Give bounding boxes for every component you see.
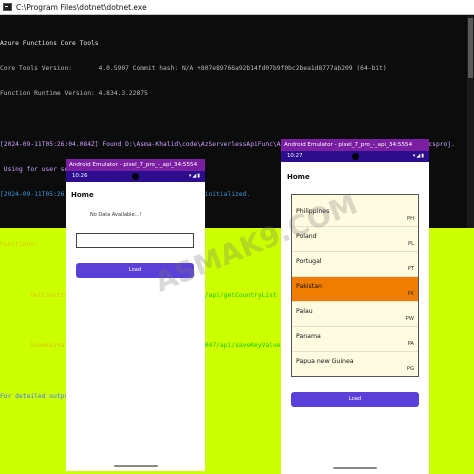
emulator-titlebar[interactable]: Android Emulator - pixel_7_pro_-_api_34:… [281, 139, 429, 151]
country-code: PK [407, 291, 414, 297]
page-title: Home [287, 173, 310, 181]
console-scrollbar[interactable] [467, 16, 474, 228]
text-entry[interactable] [76, 233, 194, 248]
country-code: PG [406, 366, 414, 372]
gesture-navbar[interactable] [281, 466, 429, 471]
emulator-left: Android Emulator - pixel_7_pro_-_api_34:… [66, 159, 205, 471]
status-icons: ▾◢▮ [412, 153, 425, 159]
status-bar: 10:27 ▾◢▮ [281, 151, 429, 162]
list-item[interactable]: Portugal PT [292, 252, 418, 277]
country-code: PW [405, 316, 414, 322]
gesture-handle[interactable] [113, 465, 158, 467]
list-item[interactable]: Poland PL [292, 227, 418, 252]
console-line: Function Runtime Version: 4.834.3.22875 [0, 90, 148, 98]
load-button[interactable]: Load [291, 392, 419, 407]
country-name: Philippines [296, 208, 330, 215]
console-app-icon [3, 3, 12, 11]
list-item[interactable]: Palau PW [292, 302, 418, 327]
country-name: Palau [296, 308, 313, 315]
emulator-titlebar[interactable]: Android Emulator - pixel_7_pro_-_api_34:… [66, 159, 205, 171]
country-name: Pakistan [296, 283, 322, 290]
status-icons: ▾◢▮ [188, 173, 201, 179]
list-item[interactable]: Panama PA [292, 327, 418, 352]
window-titlebar[interactable]: C:\Program Files\dotnet\dotnet.exe [0, 0, 474, 15]
country-code: PL [407, 241, 414, 247]
list-item[interactable]: Papua new Guinea PG [292, 352, 418, 376]
country-name: Panama [296, 333, 321, 340]
status-time: 10:27 [287, 153, 303, 159]
country-code: PT [407, 266, 414, 272]
list-item[interactable]: Philippines PH [292, 202, 418, 227]
console-line: Core Tools Version: 4.0.5907 Commit hash… [0, 65, 387, 73]
country-code: PA [407, 341, 414, 347]
console-scrollbar-thumb[interactable] [468, 18, 473, 78]
country-name: Poland [296, 233, 317, 240]
window-title: C:\Program Files\dotnet\dotnet.exe [16, 2, 147, 12]
country-name: Papua new Guinea [296, 358, 354, 365]
no-data-label: No Data Available...! [90, 212, 142, 218]
emulator-right: Android Emulator - pixel_7_pro_-_api_34:… [281, 139, 429, 474]
list-item-selected[interactable]: Pakistan PK [292, 277, 418, 302]
country-list[interactable]: Philippines PH Poland PL Portugal PT Pak… [291, 194, 419, 377]
gesture-handle[interactable] [333, 467, 377, 469]
country-code: PH [406, 216, 414, 222]
console-line: Azure Functions Core Tools [0, 39, 99, 47]
load-button[interactable]: Load [76, 263, 194, 278]
status-time: 10:26 [72, 173, 88, 179]
status-bar: 10:26 ▾◢▮ [66, 171, 205, 182]
page-title: Home [71, 191, 94, 199]
camera-cutout [352, 153, 359, 160]
gesture-navbar[interactable] [66, 464, 205, 469]
camera-cutout [132, 173, 139, 180]
country-name: Portugal [296, 258, 322, 265]
